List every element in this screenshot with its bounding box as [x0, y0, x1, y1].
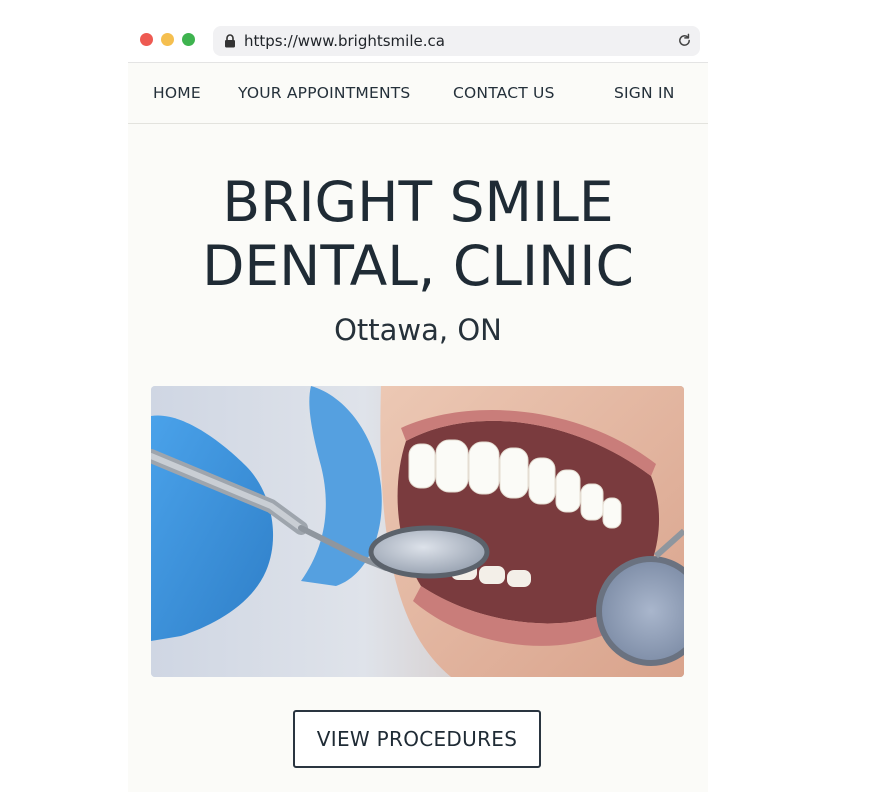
page-title-line-1: BRIGHT SMILE — [222, 170, 614, 234]
nav-item-contact-us[interactable]: CONTACT US — [453, 84, 555, 102]
url-text[interactable]: https://www.brightsmile.ca — [244, 32, 445, 50]
view-procedures-button[interactable]: VIEW PROCEDURES — [293, 710, 541, 768]
lock-icon — [225, 34, 235, 48]
nav-item-your-appointments[interactable]: YOUR APPOINTMENTS — [238, 84, 410, 102]
hero-image — [151, 386, 684, 677]
browser-window: https://www.brightsmile.ca HOME YOUR APP… — [128, 18, 708, 792]
nav-item-sign-in[interactable]: SIGN IN — [614, 84, 675, 102]
nav-item-home[interactable]: HOME — [153, 84, 201, 102]
page-subtitle: Ottawa, ON — [334, 313, 502, 347]
window-close-button[interactable] — [140, 33, 153, 46]
address-bar[interactable]: https://www.brightsmile.ca — [213, 26, 700, 56]
window-maximize-button[interactable] — [182, 33, 195, 46]
browser-toolbar: https://www.brightsmile.ca — [128, 18, 708, 63]
page-title-line-2: DENTAL, CLINIC — [202, 234, 634, 298]
dental-exam-illustration — [151, 386, 684, 677]
reload-icon[interactable] — [677, 33, 692, 48]
window-minimize-button[interactable] — [161, 33, 174, 46]
main-nav: HOME YOUR APPOINTMENTS CONTACT US SIGN I… — [128, 63, 708, 124]
page-title: BRIGHT SMILE DENTAL, CLINIC — [128, 170, 708, 298]
